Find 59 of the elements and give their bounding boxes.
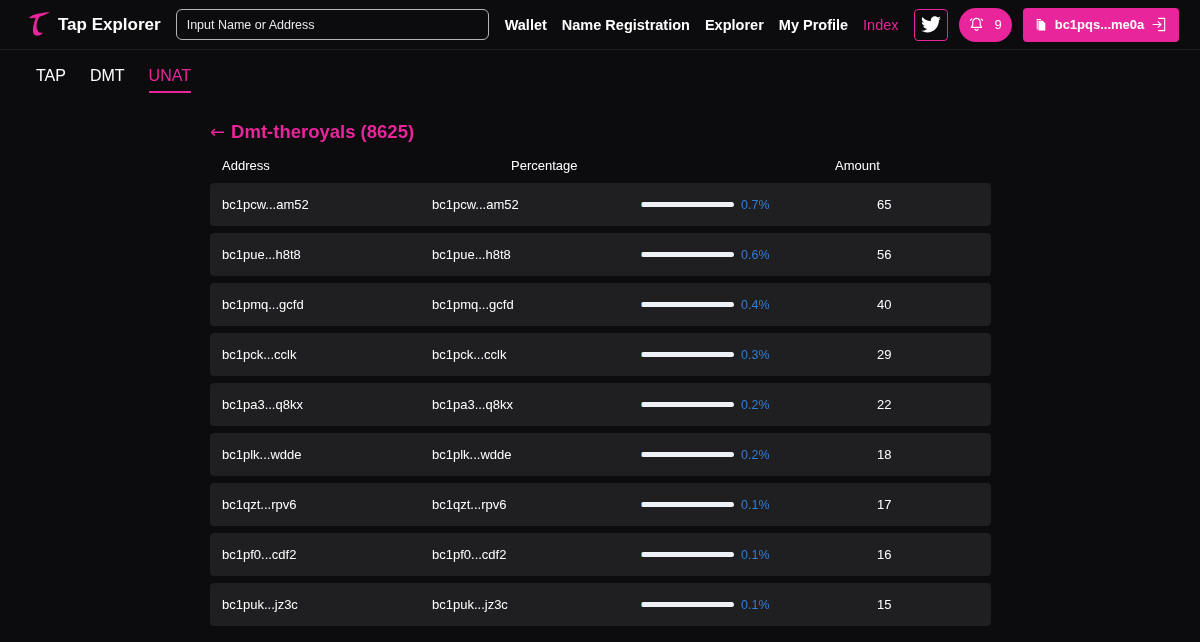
twitter-button[interactable] <box>914 8 948 41</box>
percentage-text: 0.1% <box>741 497 770 512</box>
nav-link[interactable]: Index <box>863 16 899 33</box>
amount-cell-text: 40 <box>877 297 893 312</box>
address-cell[interactable]: bc1pmq...gcfd <box>432 297 641 312</box>
address-cell[interactable]: bc1pa3...q8kx <box>222 397 432 412</box>
bell-icon <box>969 17 985 32</box>
amount-cell-text: 17 <box>877 497 893 512</box>
address-cell[interactable]: bc1qzt...rpv6 <box>432 497 641 512</box>
address-cell[interactable]: bc1puk...jz3c <box>432 597 641 612</box>
amount-cell-text: 16 <box>877 547 893 562</box>
column-header: Address <box>222 157 271 173</box>
logo-icon <box>28 12 51 37</box>
percentage-text: 0.2% <box>741 447 770 462</box>
search-field[interactable]: Input Name or Address <box>175 9 489 40</box>
amount-cell-text: 18 <box>877 447 893 462</box>
address-cell[interactable]: bc1pf0...cdf2 <box>222 547 432 562</box>
address-cell[interactable]: bc1plk...wdde <box>222 447 432 462</box>
address-cell[interactable]: bc1pue...h8t8 <box>432 247 641 262</box>
bird-icon <box>921 16 941 33</box>
back-button[interactable]: ← <box>210 123 226 141</box>
address-cell[interactable]: bc1pf0...cdf2 <box>432 547 641 562</box>
address-cell[interactable]: bc1qzt...rpv6 <box>222 497 432 512</box>
address-cell[interactable]: bc1pcw...am52 <box>222 197 432 212</box>
amount-cell-text: 65 <box>877 197 893 212</box>
page-title: Dmt-theroyals (8625) <box>231 121 415 143</box>
address-cell[interactable]: bc1pmq...gcfd <box>222 297 432 312</box>
address-cell[interactable]: bc1puk...jz3c <box>222 597 432 612</box>
address-cell[interactable]: bc1pue...h8t8 <box>222 247 432 262</box>
nav-link[interactable]: My Profile <box>778 16 849 33</box>
address-cell[interactable]: bc1pcw...am52 <box>432 197 641 212</box>
address-cell[interactable]: bc1pck...cclk <box>432 347 641 362</box>
address-cell[interactable]: bc1pa3...q8kx <box>432 397 641 412</box>
tab[interactable]: TAP <box>36 67 66 93</box>
amount-cell-text: 15 <box>877 597 893 612</box>
column-header: Percentage <box>511 157 579 173</box>
tab[interactable]: UNAT <box>148 67 191 93</box>
percentage-text: 0.4% <box>741 297 770 312</box>
amount-cell-text: 29 <box>877 347 893 362</box>
copy-icon <box>1034 17 1047 32</box>
address-cell[interactable]: bc1pck...cclk <box>222 347 432 362</box>
nav-link[interactable]: Wallet <box>504 16 547 33</box>
nav-link[interactable]: Name Registration <box>561 16 690 33</box>
wallet-button[interactable]: bc1pqs...me0a <box>1023 7 1179 42</box>
notifications-button[interactable]: 9 <box>959 7 1012 42</box>
tab[interactable]: DMT <box>89 67 125 93</box>
login-icon <box>1152 17 1168 32</box>
nav-link[interactable]: Explorer <box>704 16 764 33</box>
amount-cell-text: 22 <box>877 397 893 412</box>
percentage-text: 0.2% <box>741 397 770 412</box>
percentage-text: 0.1% <box>741 597 770 612</box>
column-header: Amount <box>835 157 881 173</box>
address-cell[interactable]: bc1plk...wdde <box>432 447 641 462</box>
percentage-text: 0.1% <box>741 547 770 562</box>
percentage-text: 0.6% <box>741 247 770 262</box>
percentage-text: 0.7% <box>741 197 770 212</box>
brand-name[interactable]: Tap Explorer <box>58 14 161 35</box>
amount-cell-text: 56 <box>877 247 893 262</box>
percentage-text: 0.3% <box>741 347 770 362</box>
